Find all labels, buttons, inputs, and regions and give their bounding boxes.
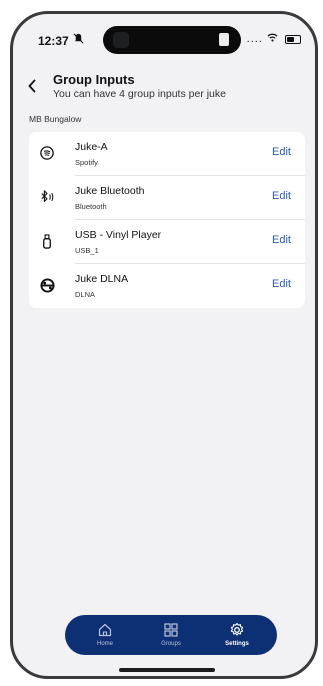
dynamic-island (103, 26, 241, 54)
chevron-left-icon[interactable] (27, 78, 37, 96)
input-type: DLNA (75, 290, 96, 299)
wifi-icon (267, 33, 282, 45)
spotify-icon (39, 145, 55, 161)
battery-icon (285, 34, 301, 44)
app-icon (113, 32, 129, 48)
input-type: USB_1 (75, 246, 99, 255)
location-label: MB Bungalow (29, 114, 82, 124)
bottom-tab-bar: Home Groups Settings (65, 615, 277, 655)
input-type: Bluetooth (75, 202, 107, 211)
list-item[interactable]: Juke-A Spotify Edit (29, 132, 305, 176)
bluetooth-icon (39, 189, 55, 205)
list-item[interactable]: USB - Vinyl Player USB_1 Edit (29, 220, 305, 264)
inputs-list: Juke-A Spotify Edit Juke Bluetooth Bluet… (29, 132, 305, 308)
input-type: Spotify (75, 158, 98, 167)
status-bar: 12:37 .... (13, 14, 315, 64)
edit-button[interactable]: Edit (272, 278, 291, 290)
home-indicator (119, 668, 215, 672)
input-name: Juke DLNA (75, 273, 129, 285)
tab-label: Home (96, 641, 113, 647)
settings-gear-icon (229, 622, 245, 638)
status-indicators: .... (247, 33, 301, 45)
page-title: Group Inputs (53, 72, 135, 87)
page-subtitle: You can have 4 group inputs per juke (53, 88, 226, 100)
list-item[interactable]: Juke DLNA DLNA Edit (29, 264, 305, 308)
phone-frame: 12:37 .... Group Inputs You can have 4 g… (10, 11, 318, 679)
groups-grid-icon (163, 622, 179, 638)
bell-slash-icon (73, 33, 84, 47)
list-item[interactable]: Juke Bluetooth Bluetooth Edit (29, 176, 305, 220)
lock-icon (219, 33, 229, 46)
input-name: Juke Bluetooth (75, 185, 145, 197)
edit-button[interactable]: Edit (272, 146, 291, 158)
input-name: USB - Vinyl Player (75, 229, 162, 241)
tab-label: Groups (161, 641, 181, 647)
tab-home[interactable]: Home (75, 615, 135, 655)
home-icon (97, 622, 113, 638)
tab-groups[interactable]: Groups (141, 615, 201, 655)
edit-button[interactable]: Edit (272, 234, 291, 246)
edit-button[interactable]: Edit (272, 190, 291, 202)
dlna-icon (39, 277, 55, 293)
signal-text: .... (246, 33, 263, 45)
input-name: Juke-A (75, 141, 108, 153)
tab-label: Settings (225, 641, 249, 647)
usb-icon (39, 233, 55, 249)
tab-settings[interactable]: Settings (207, 615, 267, 655)
status-time: 12:37 (38, 34, 69, 48)
